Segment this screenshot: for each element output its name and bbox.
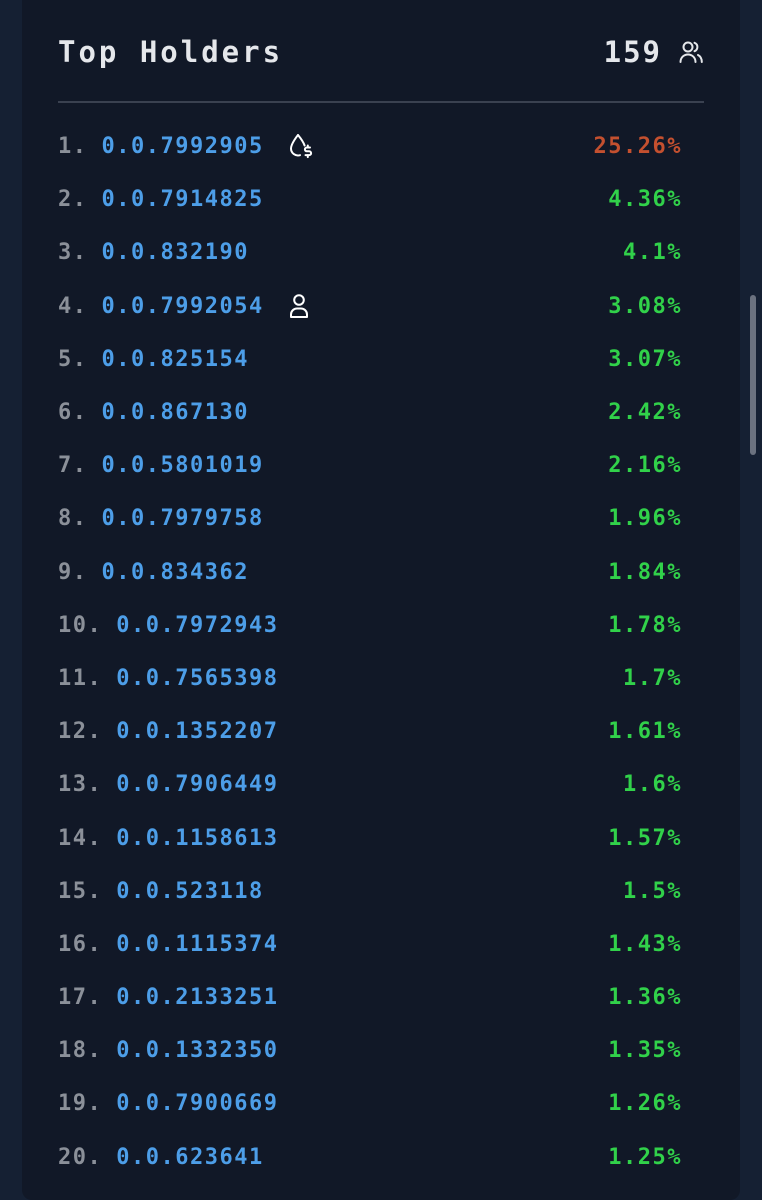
holder-address-link[interactable]: 0.0.7565398 [116, 666, 278, 691]
holder-count: 159 [603, 35, 662, 69]
holder-row: 3. 0.0.832190 4.1% [58, 226, 682, 279]
holder-rank: 3. [58, 240, 88, 266]
holder-rank: 4. [58, 293, 88, 319]
holder-rank: 1. [58, 134, 88, 160]
holder-address-link[interactable]: 0.0.7992054 [102, 294, 264, 319]
holder-percentage: 1.61% [608, 719, 682, 745]
holder-row: 14. 0.0.1158613 1.57% [58, 811, 682, 864]
holder-address-link[interactable]: 0.0.523118 [116, 879, 263, 904]
holder-percentage: 25.26% [593, 134, 682, 160]
holder-rank: 14. [58, 825, 103, 851]
holder-rank: 16. [58, 931, 103, 957]
holder-percentage: 1.43% [608, 931, 682, 957]
holder-percentage: 1.25% [608, 1144, 682, 1170]
holder-address-link[interactable]: 0.0.7914825 [102, 187, 264, 212]
holder-rank: 7. [58, 453, 88, 479]
holder-address-link[interactable]: 0.0.7979758 [102, 506, 264, 531]
holder-row: 4. 0.0.7992054 3.08% [58, 280, 682, 333]
holder-percentage: 3.08% [608, 293, 682, 319]
holder-row: 10. 0.0.7972943 1.78% [58, 599, 682, 652]
holder-address-link[interactable]: 0.0.5801019 [102, 453, 264, 478]
holder-rank: 17. [58, 985, 103, 1011]
holder-address-link[interactable]: 0.0.623641 [116, 1145, 263, 1170]
holder-address-link[interactable]: 0.0.1115374 [116, 932, 278, 957]
holder-percentage: 3.07% [608, 346, 682, 372]
holder-percentage: 1.96% [608, 506, 682, 532]
holder-rank: 19. [58, 1091, 103, 1117]
holder-row: 17. 0.0.2133251 1.36% [58, 971, 682, 1024]
holder-address-link[interactable]: 0.0.1332350 [116, 1038, 278, 1063]
user-icon [288, 293, 310, 319]
users-icon [678, 39, 704, 65]
holder-address-link[interactable]: 0.0.7992905 [102, 134, 264, 159]
holder-rank: 11. [58, 665, 103, 691]
holder-rank: 8. [58, 506, 88, 532]
holder-rank: 2. [58, 187, 88, 213]
holder-percentage: 1.7% [623, 665, 682, 691]
holder-rank: 10. [58, 612, 103, 638]
liquidity-drop-dollar-icon [288, 133, 314, 161]
holder-rank: 6. [58, 400, 88, 426]
holder-percentage: 1.84% [608, 559, 682, 585]
holder-rank: 12. [58, 719, 103, 745]
holder-row: 16. 0.0.1115374 1.43% [58, 918, 682, 971]
holder-row: 2. 0.0.7914825 4.36% [58, 173, 682, 226]
holder-rank: 5. [58, 346, 88, 372]
holder-row: 15. 0.0.523118 1.5% [58, 865, 682, 918]
holder-row: 9. 0.0.834362 1.84% [58, 546, 682, 599]
holder-address-link[interactable]: 0.0.7906449 [116, 772, 278, 797]
holder-row: 12. 0.0.1352207 1.61% [58, 705, 682, 758]
panel-title: Top Holders [58, 35, 284, 69]
holder-percentage: 1.26% [608, 1091, 682, 1117]
holder-percentage: 1.6% [623, 772, 682, 798]
holder-address-link[interactable]: 0.0.832190 [102, 240, 249, 265]
holder-count-group: 159 [604, 35, 704, 69]
holder-row: 20. 0.0.623641 1.25% [58, 1131, 682, 1184]
holder-address-link[interactable]: 0.0.834362 [102, 560, 249, 585]
holder-address-link[interactable]: 0.0.867130 [102, 400, 249, 425]
holder-address-link[interactable]: 0.0.825154 [102, 347, 249, 372]
holder-row: 19. 0.0.7900669 1.26% [58, 1077, 682, 1130]
holder-rank: 20. [58, 1144, 103, 1170]
holders-list: 1. 0.0.7992905 25.26% 2. 0.0.7914825 4.36% 3. 0… [58, 120, 682, 1184]
holder-percentage: 1.5% [623, 878, 682, 904]
top-holders-panel: Top Holders 159 1. 0.0.7992905 25.26% 2. 0.0… [22, 0, 740, 1200]
holder-percentage: 1.36% [608, 985, 682, 1011]
scrollbar-thumb[interactable] [750, 295, 756, 455]
holder-rank: 18. [58, 1038, 103, 1064]
holder-address-link[interactable]: 0.0.1352207 [116, 719, 278, 744]
holder-row: 1. 0.0.7992905 25.26% [58, 120, 682, 173]
holder-row: 5. 0.0.825154 3.07% [58, 333, 682, 386]
holder-percentage: 1.78% [608, 612, 682, 638]
header-divider [58, 101, 704, 103]
holder-row: 8. 0.0.7979758 1.96% [58, 492, 682, 545]
holder-percentage: 2.42% [608, 400, 682, 426]
holder-percentage: 1.57% [608, 825, 682, 851]
holder-rank: 13. [58, 772, 103, 798]
holder-address-link[interactable]: 0.0.7900669 [116, 1091, 278, 1116]
holder-row: 11. 0.0.7565398 1.7% [58, 652, 682, 705]
holder-address-link[interactable]: 0.0.1158613 [116, 826, 278, 851]
holder-percentage: 1.35% [608, 1038, 682, 1064]
holder-rank: 15. [58, 878, 103, 904]
holder-address-link[interactable]: 0.0.7972943 [116, 613, 278, 638]
holder-percentage: 4.36% [608, 187, 682, 213]
holder-row: 6. 0.0.867130 2.42% [58, 386, 682, 439]
holder-rank: 9. [58, 559, 88, 585]
holder-row: 7. 0.0.5801019 2.16% [58, 439, 682, 492]
panel-header: Top Holders 159 [58, 22, 704, 82]
holder-percentage: 2.16% [608, 453, 682, 479]
holder-row: 13. 0.0.7906449 1.6% [58, 758, 682, 811]
holder-row: 18. 0.0.1332350 1.35% [58, 1024, 682, 1077]
holder-address-link[interactable]: 0.0.2133251 [116, 985, 278, 1010]
holder-percentage: 4.1% [623, 240, 682, 266]
